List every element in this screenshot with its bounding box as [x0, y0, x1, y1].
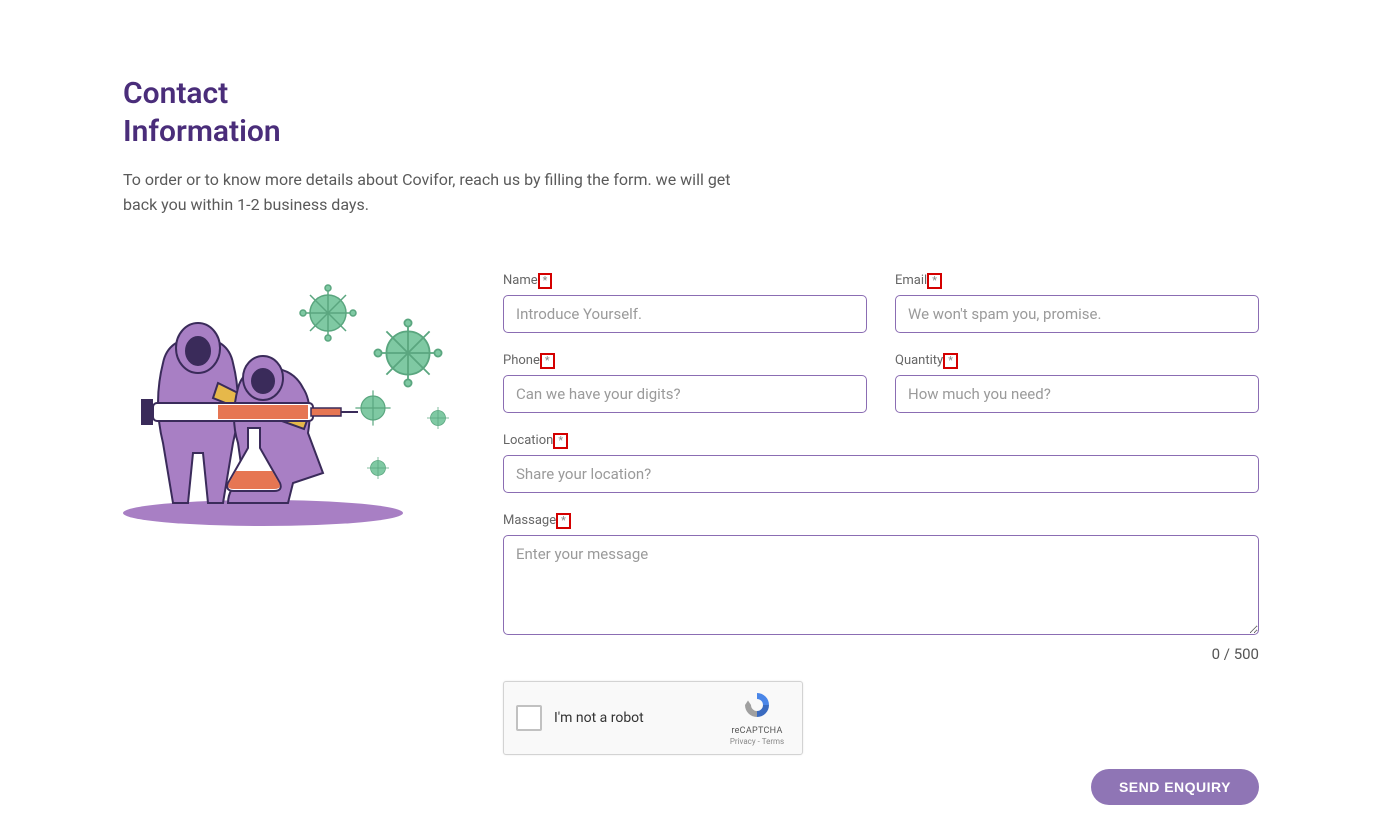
location-field[interactable] [503, 455, 1259, 493]
recaptcha-terms-link[interactable]: Terms [762, 737, 784, 746]
recaptcha-text: I'm not a robot [554, 710, 644, 726]
recaptcha-checkbox[interactable] [516, 705, 542, 731]
phone-field[interactable] [503, 375, 867, 413]
recaptcha-brand-text: reCAPTCHA [722, 726, 792, 736]
phone-label: Phone* [503, 353, 867, 369]
recaptcha[interactable]: I'm not a robot reCAPTCHA Privacy - Term… [503, 681, 803, 755]
message-label: Massage* [503, 513, 1259, 529]
name-label: Name* [503, 273, 867, 289]
quantity-label: Quantity* [895, 353, 1259, 369]
name-field[interactable] [503, 295, 867, 333]
recaptcha-privacy-link[interactable]: Privacy [730, 737, 756, 746]
title-line2: Information [123, 114, 281, 149]
email-label: Email* [895, 273, 1259, 289]
page-description: To order or to know more details about C… [123, 168, 763, 218]
hazmat-virus-illustration-icon [123, 273, 463, 533]
quantity-field[interactable] [895, 375, 1259, 413]
send-enquiry-button[interactable]: SEND ENQUIRY [1091, 769, 1259, 805]
contact-form: Name* Email* Phone* Quantity* [503, 273, 1259, 805]
message-field[interactable] [503, 535, 1259, 635]
recaptcha-logo-icon [742, 690, 772, 720]
char-count: 0 / 500 [503, 645, 1259, 663]
location-label: Location* [503, 433, 1259, 449]
illustration [123, 273, 463, 805]
recaptcha-brand-area: reCAPTCHA Privacy - Terms [722, 690, 792, 746]
title-line1: Contact [123, 76, 228, 111]
email-field[interactable] [895, 295, 1259, 333]
page-title: Contact Information [123, 75, 1259, 150]
recaptcha-links: Privacy - Terms [722, 737, 792, 746]
